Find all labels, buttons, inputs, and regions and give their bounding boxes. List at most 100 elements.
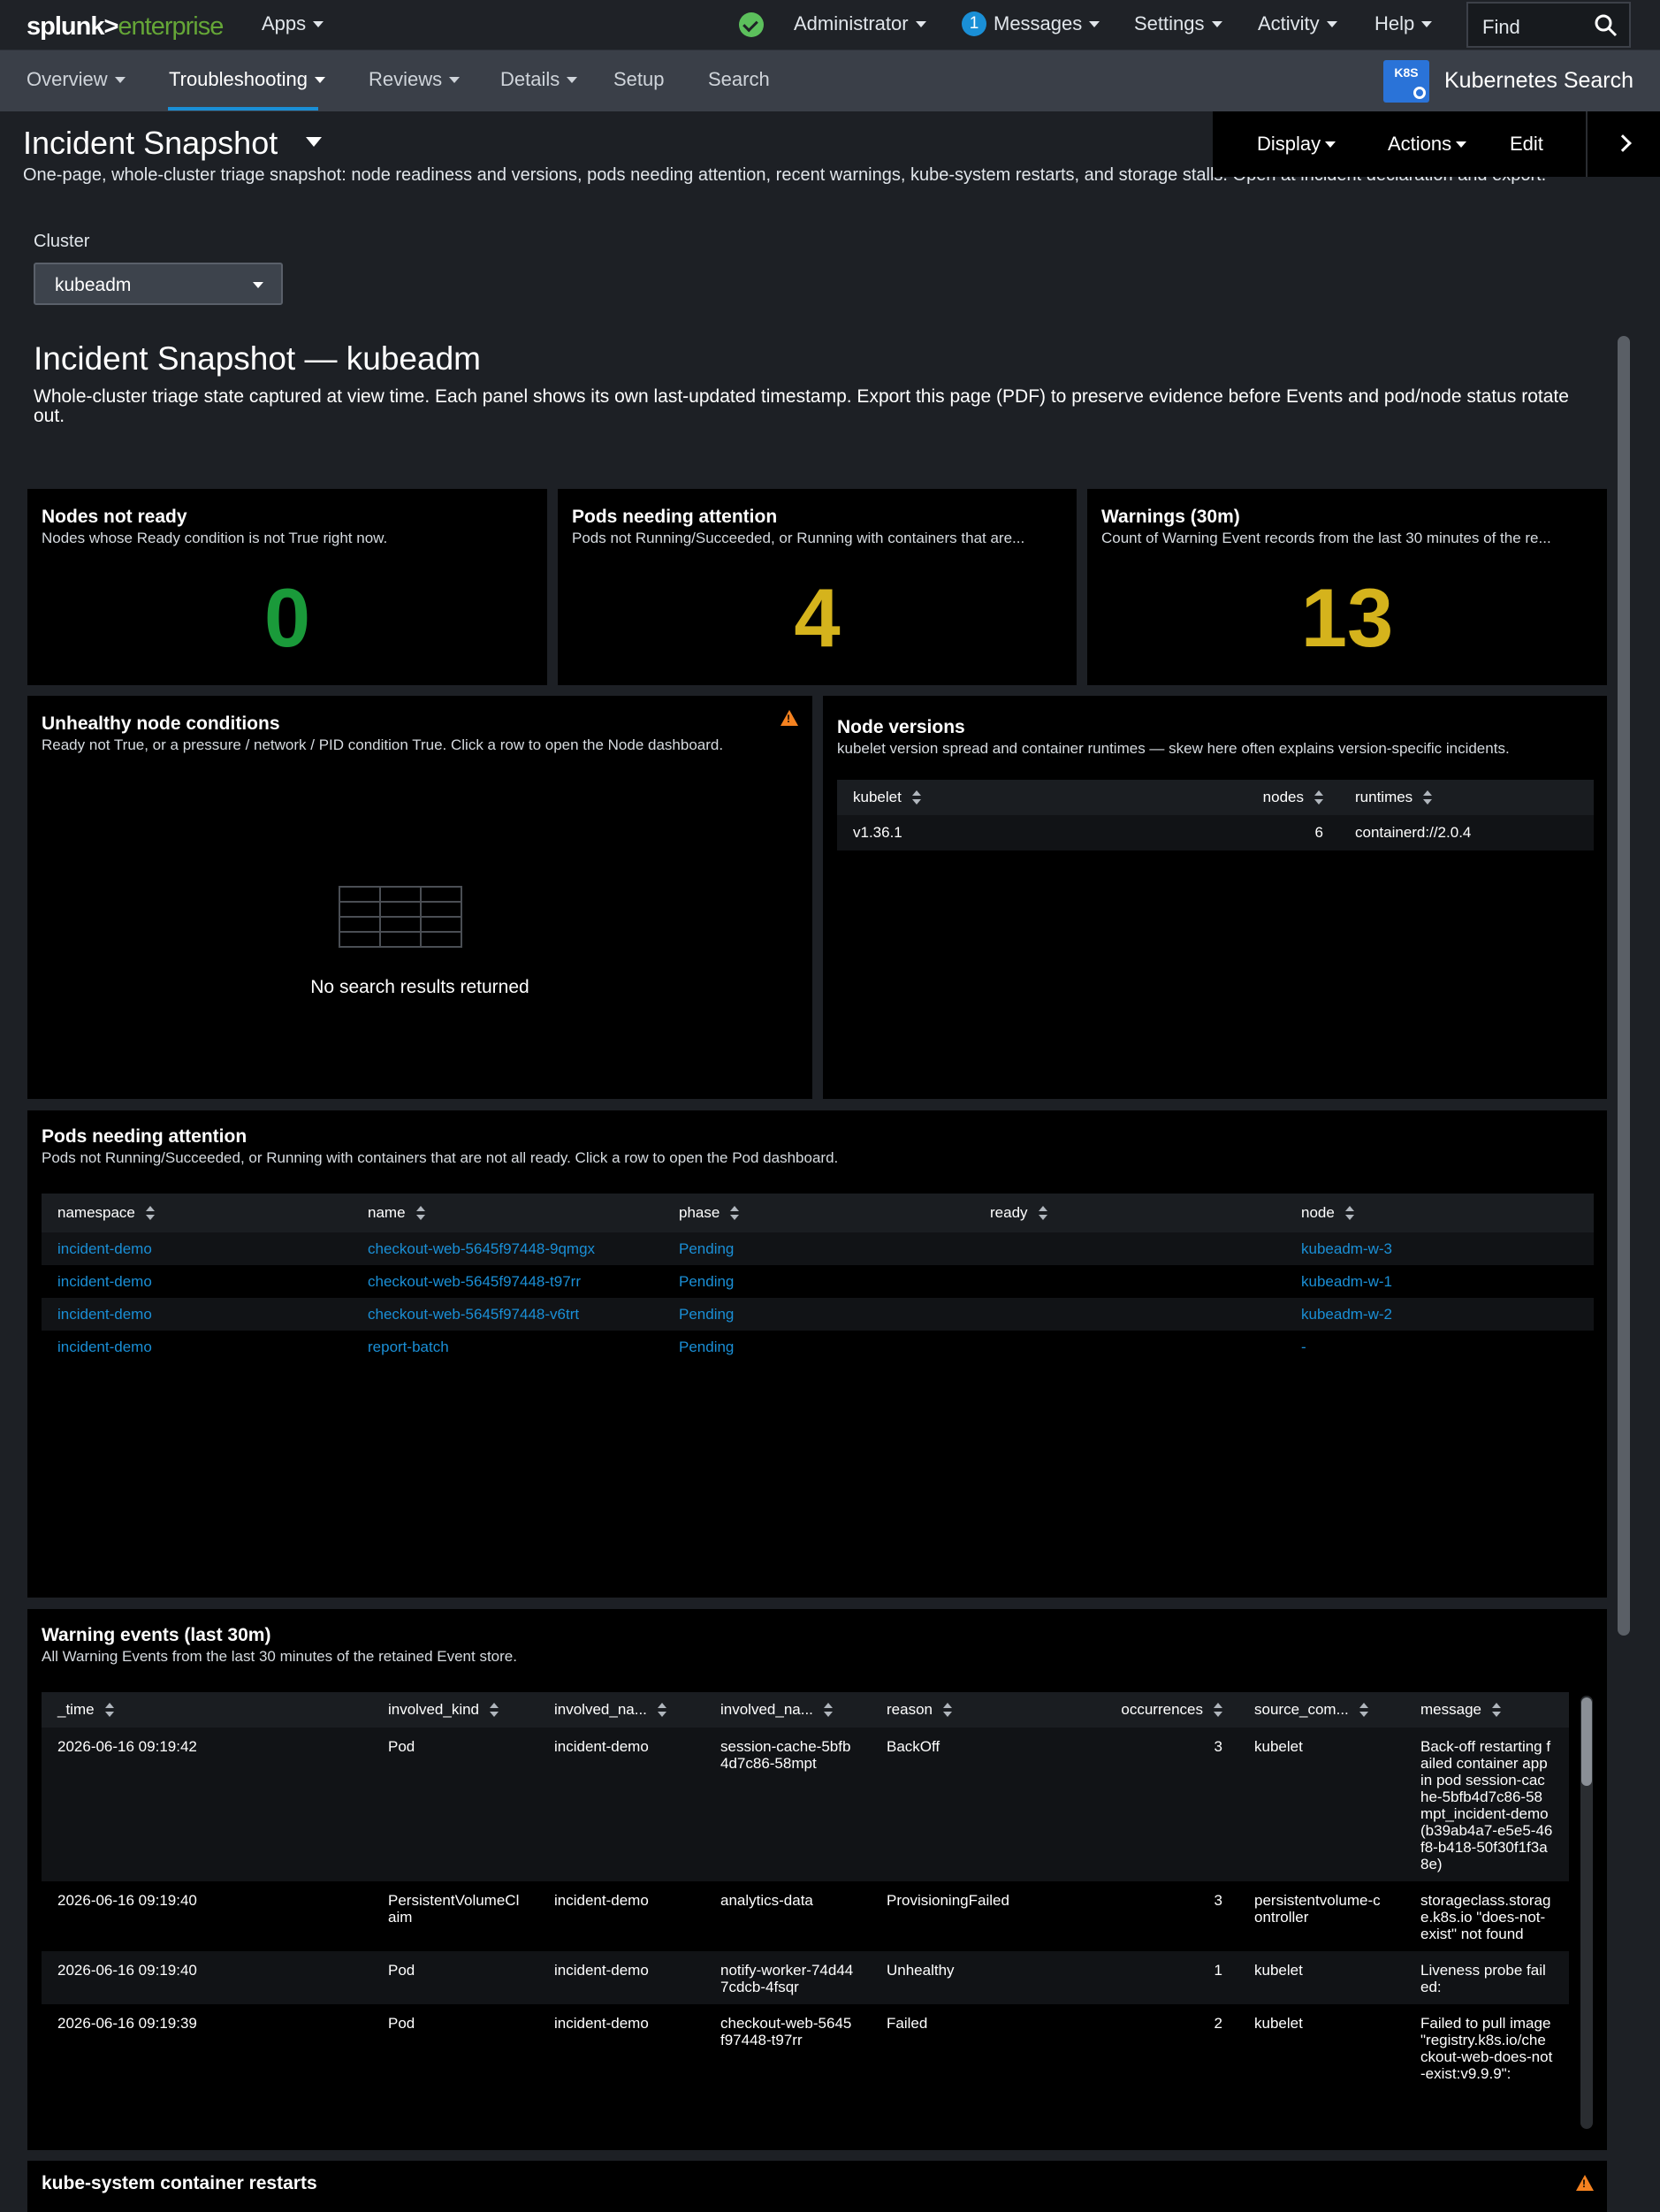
page-scrollbar[interactable] [1618,336,1630,1636]
warning-icon[interactable] [1576,2175,1594,2191]
table-row[interactable]: 2026-06-16 09:19:40 PersistentVolumeClai… [42,1881,1569,1951]
messages-count-badge: 1 [962,11,986,36]
panel-description: Ready not True, or a pressure / network … [42,736,724,753]
cluster-dropdown[interactable]: kubeadm [34,263,283,305]
cell-namespace[interactable]: incident-demo [42,1265,352,1298]
column-header-source-component[interactable]: source_com... [1238,1692,1405,1728]
tab-search[interactable]: Search [708,68,770,91]
column-header-involved-namespace[interactable]: involved_na... [538,1692,704,1728]
column-header-message[interactable]: message [1405,1692,1569,1728]
cell-node[interactable]: kubeadm-w-2 [1285,1298,1594,1331]
table-row[interactable]: 2026-06-16 09:19:39 Pod incident-demo ch… [42,2004,1569,2091]
snapshot-heading: Incident Snapshot — kubeadm [34,340,481,377]
tab-troubleshooting[interactable]: Troubleshooting [169,68,325,91]
cell-source-component: kubelet [1238,1728,1405,1881]
health-status-icon[interactable] [739,12,764,37]
single-value[interactable]: 0 [27,570,547,666]
table-row[interactable]: v1.36.1 6 containerd://2.0.4 [837,815,1594,850]
title-menu-caret-icon[interactable] [306,137,322,147]
cell-node[interactable]: - [1285,1331,1594,1363]
help-menu[interactable]: Help [1374,12,1433,35]
column-header-reason[interactable]: reason [871,1692,1093,1728]
table-scrollbar-thumb[interactable] [1581,1697,1592,1786]
cell-name[interactable]: checkout-web-5645f97448-9qmgx [352,1232,663,1265]
cell-ready[interactable] [974,1232,1285,1265]
settings-menu[interactable]: Settings [1134,12,1222,35]
node-versions-panel: Node versions kubelet version spread and… [823,696,1607,1099]
cell-name[interactable]: checkout-web-5645f97448-v6trt [352,1298,663,1331]
panel-title: Pods needing attention [572,507,778,527]
table-row[interactable]: incident-demo checkout-web-5645f97448-t9… [42,1265,1594,1298]
cell-runtimes: containerd://2.0.4 [1339,815,1594,850]
table-row[interactable]: incident-demo checkout-web-5645f97448-9q… [42,1232,1594,1265]
cell-name[interactable]: checkout-web-5645f97448-t97rr [352,1265,663,1298]
cell-namespace[interactable]: incident-demo [42,1298,352,1331]
panel-description: Pods not Running/Succeeded, or Running w… [572,530,1025,546]
edit-button[interactable]: Edit [1510,133,1543,156]
cell-reason: Unhealthy [871,1951,1093,2004]
pods-needing-attention-count-panel: Pods needing attention Pods not Running/… [558,489,1077,685]
column-header-kubelet[interactable]: kubelet [837,780,1238,815]
cell-occurrences: 1 [1093,1951,1238,2004]
messages-menu[interactable]: Messages [994,12,1100,35]
column-header-occurrences[interactable]: occurrences [1093,1692,1238,1728]
column-header-involved-name[interactable]: involved_na... [704,1692,871,1728]
user-menu[interactable]: Administrator [794,12,926,35]
activity-menu[interactable]: Activity [1258,12,1337,35]
column-header-ready[interactable]: ready [974,1194,1285,1232]
column-header-node[interactable]: node [1285,1194,1594,1232]
warning-icon[interactable] [781,710,798,726]
table-row[interactable]: incident-demo report-batch Pending - [42,1331,1594,1363]
cell-phase[interactable]: Pending [663,1298,974,1331]
table-scrollbar[interactable] [1580,1696,1593,2129]
cell-phase[interactable]: Pending [663,1232,974,1265]
edit-bar-divider [1586,111,1588,177]
column-header-nodes[interactable]: nodes [1238,780,1339,815]
tab-reviews[interactable]: Reviews [369,68,461,91]
display-menu[interactable]: Display [1257,133,1336,156]
cell-time: 2026-06-16 09:19:40 [57,1892,197,1909]
nodes-not-ready-panel: Nodes not ready Nodes whose Ready condit… [27,489,547,685]
search-icon[interactable] [1594,13,1618,38]
column-header-name[interactable]: name [352,1194,663,1232]
cell-phase[interactable]: Pending [663,1265,974,1298]
cell-namespace[interactable]: incident-demo [42,1331,352,1363]
cell-node[interactable]: kubeadm-w-3 [1285,1232,1594,1265]
cell-ready[interactable] [974,1265,1285,1298]
cell-occurrences: 3 [1093,1728,1238,1881]
column-header-time[interactable]: _time [42,1692,372,1728]
table-row[interactable]: incident-demo checkout-web-5645f97448-v6… [42,1298,1594,1331]
cell-message: storageclass.storage.k8s.io "does-not-ex… [1420,1892,1551,1942]
cell-source-component: kubelet [1254,2015,1303,2032]
cell-message: Liveness probe failed: [1405,1951,1569,2004]
tab-setup[interactable]: Setup [613,68,665,91]
cell-ready[interactable] [974,1298,1285,1331]
cell-involved-namespace: incident-demo [554,1892,649,1909]
cell-kubelet: v1.36.1 [837,815,1238,850]
single-value[interactable]: 4 [558,570,1077,666]
column-header-namespace[interactable]: namespace [42,1194,352,1232]
cell-phase[interactable]: Pending [663,1331,974,1363]
warning-events-panel: Warning events (last 30m) All Warning Ev… [27,1609,1607,2150]
cell-ready[interactable] [974,1331,1285,1363]
cell-name[interactable]: report-batch [352,1331,663,1363]
column-header-runtimes[interactable]: runtimes [1339,780,1594,815]
active-tab-indicator [168,107,318,111]
panel-title: Warning events (last 30m) [42,1625,271,1645]
node-versions-table: kubelet nodes runtimes v1.36.1 6 contain… [837,780,1594,850]
single-value[interactable]: 13 [1087,570,1607,666]
column-header-phase[interactable]: phase [663,1194,974,1232]
actions-menu[interactable]: Actions [1388,133,1467,156]
table-row[interactable]: 2026-06-16 09:19:42 Pod incident-demo se… [42,1728,1569,1881]
tab-details[interactable]: Details [500,68,578,91]
cell-namespace[interactable]: incident-demo [42,1232,352,1265]
column-header-involved-kind[interactable]: involved_kind [372,1692,538,1728]
splunk-logo[interactable]: splunk>enterprise [27,12,224,42]
apps-menu[interactable]: Apps [262,12,324,35]
panel-description: Pods not Running/Succeeded, or Running w… [42,1149,839,1166]
cell-node[interactable]: kubeadm-w-1 [1285,1265,1594,1298]
table-row[interactable]: 2026-06-16 09:19:40 Pod incident-demo no… [42,1951,1569,2004]
panel-title: Pods needing attention [42,1126,247,1147]
tab-overview[interactable]: Overview [27,68,126,91]
warning-events-table: _time involved_kind involved_na... invol… [42,1692,1569,2091]
